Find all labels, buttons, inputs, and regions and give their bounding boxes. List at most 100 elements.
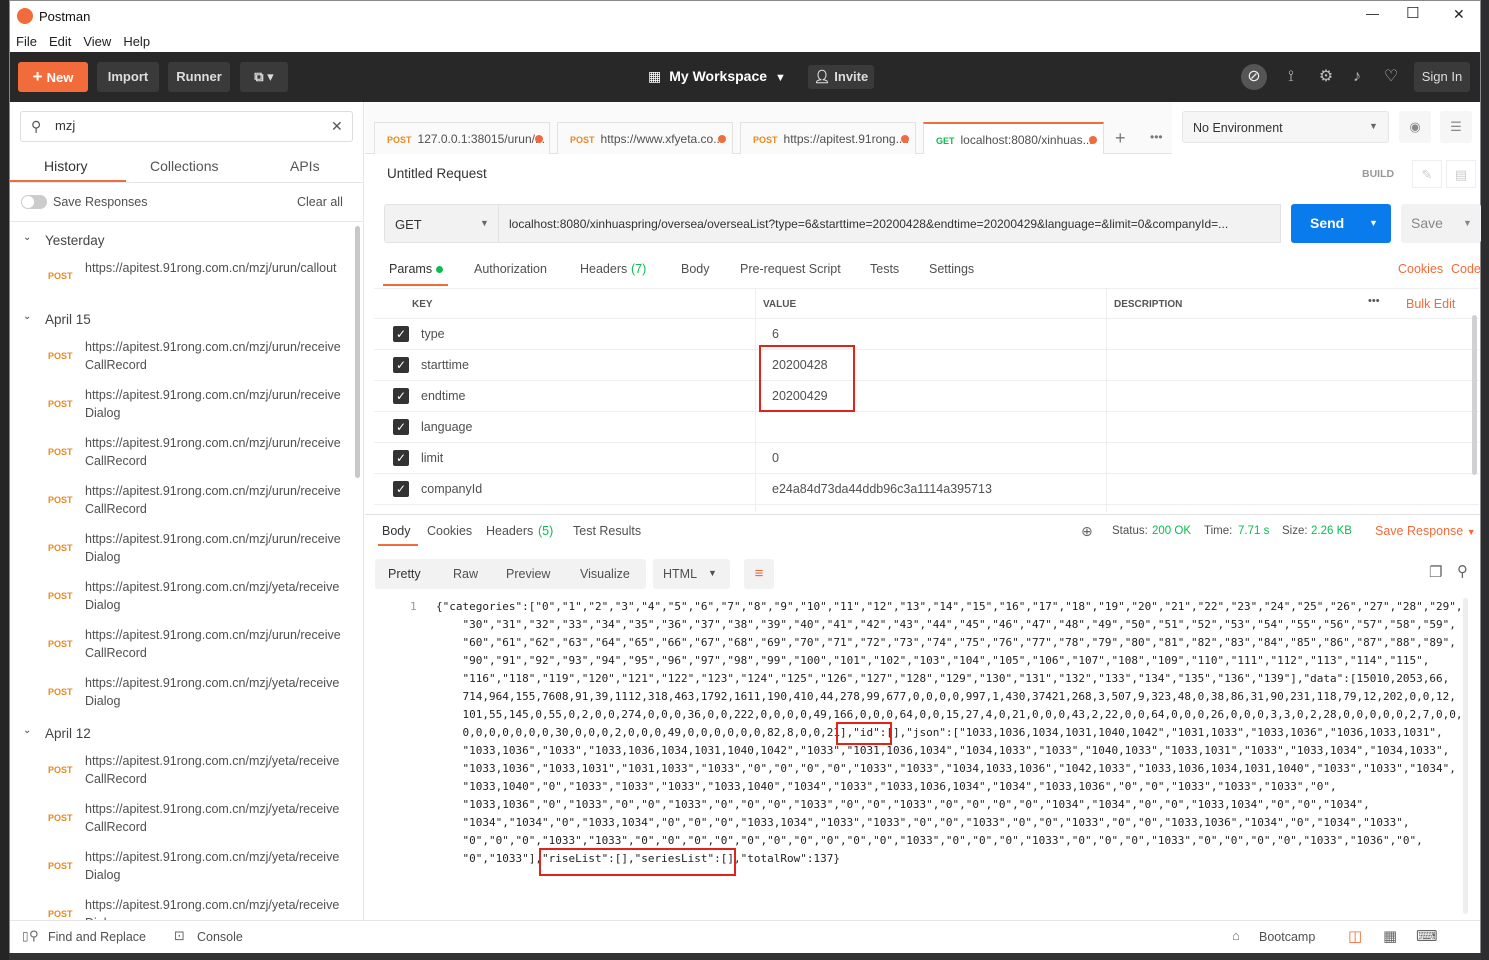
format-select[interactable]: HTML ▼ — [653, 559, 730, 589]
request-title[interactable]: Untitled Request — [387, 166, 487, 181]
list-item[interactable]: POST https://apitest.91rong.com.cn/mzj/ye… — [10, 845, 350, 893]
maximize-button[interactable]: ☐ — [1406, 4, 1419, 22]
checkbox[interactable]: ✓ — [393, 357, 409, 373]
resp-tab-body[interactable]: Body — [382, 524, 411, 538]
save-responses-toggle[interactable] — [21, 195, 47, 209]
eye-icon[interactable]: ◉ — [1399, 111, 1431, 143]
list-item[interactable]: POST https://apitest.91rong.com.cn/mzj/u… — [10, 256, 350, 304]
search-input[interactable] — [55, 118, 315, 133]
sidebar-toggle-icon[interactable]: ▯ — [22, 929, 29, 943]
new-window-button[interactable]: ⧉ ▾ — [240, 62, 288, 92]
globe-icon[interactable]: ⊕ — [1081, 523, 1093, 540]
view-visualize[interactable]: Visualize — [580, 567, 630, 581]
table-row[interactable]: ✓ companyId e24a84d73da44ddb96c3a1114a3957… — [374, 474, 1479, 505]
bulk-edit-link[interactable]: Bulk Edit — [1406, 297, 1455, 311]
keyboard-icon[interactable]: ⌨ — [1416, 927, 1438, 945]
checkbox[interactable]: ✓ — [393, 450, 409, 466]
environment-select[interactable]: No Environment ▼ — [1182, 111, 1389, 143]
request-tab[interactable]: POST https://apitest.91rong.... — [740, 122, 916, 154]
params-scrollbar[interactable] — [1472, 315, 1477, 475]
satellite-icon[interactable]: ⟟ — [1278, 64, 1304, 90]
tab-settings[interactable]: Settings — [929, 262, 974, 276]
search-icon[interactable]: ⚲ — [1457, 562, 1468, 580]
search-box[interactable]: ⚲ ✕ — [20, 111, 353, 142]
tab-apis[interactable]: APIs — [290, 158, 320, 174]
list-item[interactable]: POST https://apitest.91rong.com.cn/mzj/ur… — [10, 623, 350, 671]
save-button[interactable]: Save ▼ — [1401, 204, 1481, 243]
list-item[interactable]: POST https://apitest.91rong.com.cn/mzj/ye… — [10, 749, 350, 797]
console-button[interactable]: Console — [197, 930, 243, 944]
group-yesterday[interactable]: ⌄ Yesterday — [10, 226, 350, 254]
table-row[interactable]: ✓ limit 0 — [374, 443, 1479, 474]
checkbox[interactable]: ✓ — [393, 481, 409, 497]
view-pretty[interactable]: Pretty — [388, 567, 421, 581]
send-button[interactable]: Send ▼ — [1291, 204, 1391, 243]
bell-icon[interactable]: ♪ — [1344, 64, 1370, 90]
request-tab[interactable]: POST https://www.xfyeta.co... — [557, 122, 733, 154]
list-item[interactable]: POST https://apitest.91rong.com.cn/mzj/ur… — [10, 383, 350, 431]
table-row[interactable]: ✓ endtime 20200429 — [374, 381, 1479, 412]
sliders-icon[interactable]: ☰ — [1440, 111, 1472, 143]
list-item[interactable]: POST https://apitest.91rong.com.cn/mzj/ur… — [10, 335, 350, 383]
request-tab[interactable]: POST 127.0.0.1:38015/urun/... — [374, 122, 550, 154]
settings-gear-icon[interactable]: ⚙ — [1313, 64, 1339, 90]
menu-help[interactable]: Help — [117, 31, 156, 52]
sidebar-scrollbar[interactable] — [355, 226, 360, 478]
sign-in-button[interactable]: Sign In — [1414, 62, 1470, 92]
clear-search-icon[interactable]: ✕ — [331, 118, 343, 135]
minimize-button[interactable]: — — [1366, 6, 1379, 21]
list-item[interactable]: POST https://apitest.91rong.com.cn/mzj/ur… — [10, 479, 350, 527]
list-item[interactable]: POST https://apitest.91rong.com.cn/mzj/ye… — [10, 893, 350, 920]
layout-icon[interactable]: ▦ — [1383, 927, 1397, 945]
checkbox[interactable]: ✓ — [393, 388, 409, 404]
list-item[interactable]: POST https://apitest.91rong.com.cn/mzj/ur… — [10, 431, 350, 479]
docs-icon[interactable]: ▤ — [1446, 160, 1476, 188]
resp-tab-test-results[interactable]: Test Results — [573, 524, 641, 538]
table-row[interactable]: ✓ starttime 20200428 — [374, 350, 1479, 381]
response-scrollbar[interactable] — [1463, 598, 1468, 914]
more-icon[interactable]: ••• — [1368, 295, 1380, 307]
tab-authorization[interactable]: Authorization — [474, 262, 547, 276]
view-raw[interactable]: Raw — [453, 567, 478, 581]
new-button[interactable]: + New — [18, 62, 88, 92]
bootcamp-button[interactable]: Bootcamp — [1259, 930, 1315, 944]
group-april-15[interactable]: ⌄ April 15 — [10, 305, 350, 333]
new-tab-button[interactable]: + — [1115, 128, 1126, 149]
find-replace-button[interactable]: Find and Replace — [48, 930, 146, 944]
method-select[interactable]: GET ▼ — [384, 204, 499, 243]
sync-off-icon[interactable]: ⊘ — [1241, 64, 1267, 90]
resp-tab-headers[interactable]: Headers — [486, 524, 533, 538]
list-item[interactable]: POST https://apitest.91rong.com.cn/mzj/ye… — [10, 797, 350, 845]
menu-view[interactable]: View — [77, 31, 117, 52]
tab-params[interactable]: Params — [389, 262, 432, 276]
import-button[interactable]: Import — [97, 62, 159, 92]
list-item[interactable]: POST https://apitest.91rong.com.cn/mzj/ye… — [10, 671, 350, 719]
checkbox[interactable]: ✓ — [393, 419, 409, 435]
tab-history[interactable]: History — [44, 158, 88, 174]
runner-button[interactable]: Runner — [168, 62, 230, 92]
tab-headers[interactable]: Headers — [580, 262, 627, 276]
clear-all-link[interactable]: Clear all — [297, 195, 343, 209]
resp-tab-cookies[interactable]: Cookies — [427, 524, 472, 538]
wrap-lines-icon[interactable]: ≡ — [744, 559, 774, 589]
table-row[interactable]: ✓ language — [374, 412, 1479, 443]
edit-icon[interactable]: ✎ — [1412, 160, 1442, 188]
save-response-button[interactable]: Save Response ▼ — [1375, 524, 1476, 538]
checkbox[interactable]: ✓ — [393, 326, 409, 342]
build-label[interactable]: BUILD — [1362, 168, 1394, 180]
tab-tests[interactable]: Tests — [870, 262, 899, 276]
cookies-link[interactable]: Cookies — [1398, 262, 1443, 276]
code-link[interactable]: Code — [1451, 262, 1481, 276]
workspace-selector[interactable]: ▦ My Workspace ▼ — [648, 68, 786, 85]
heart-icon[interactable]: ♡ — [1378, 64, 1404, 90]
group-april-12[interactable]: ⌄ April 12 — [10, 719, 350, 747]
menu-file[interactable]: File — [10, 31, 43, 52]
list-item[interactable]: POST https://apitest.91rong.com.cn/mzj/ye… — [10, 575, 350, 623]
copy-icon[interactable]: ❐ — [1429, 563, 1442, 581]
tab-pre-request-script[interactable]: Pre-request Script — [740, 262, 841, 276]
two-pane-icon[interactable]: ◫ — [1348, 927, 1362, 945]
more-tabs-icon[interactable]: ••• — [1150, 130, 1163, 144]
tab-body[interactable]: Body — [681, 262, 710, 276]
invite-button[interactable]: 👤︎ Invite — [808, 65, 874, 89]
menu-edit[interactable]: Edit — [43, 31, 77, 52]
